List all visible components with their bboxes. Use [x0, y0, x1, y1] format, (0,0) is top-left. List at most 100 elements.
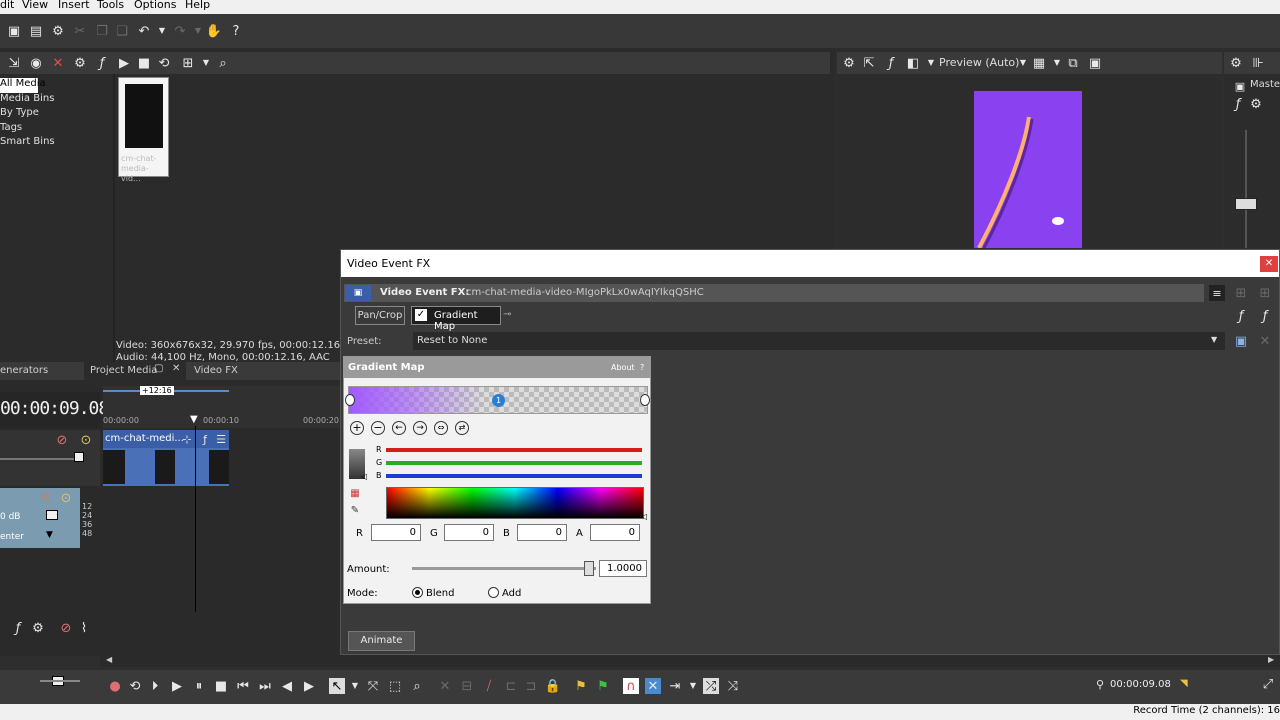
about-link[interactable]: About	[611, 363, 635, 372]
pan-handle-icon[interactable]: ▼	[46, 530, 53, 540]
redo-dropdown-icon[interactable]: ▼	[190, 23, 206, 39]
expand-icon[interactable]: ⤢	[1260, 676, 1276, 692]
preset-dropdown[interactable]: Reset to None ▼	[413, 332, 1225, 350]
save-preset-icon[interactable]: ▣	[1233, 333, 1249, 349]
tab-project-media[interactable]: Project Media ▢ ✕	[84, 362, 186, 380]
preview-fx-icon[interactable]: ƒ	[883, 55, 899, 71]
remove-icon[interactable]: ✕	[50, 55, 66, 71]
r-slider[interactable]	[386, 448, 642, 452]
tree-item-media-bins[interactable]: Media Bins	[0, 93, 112, 108]
scroll-left-icon[interactable]: ◀	[106, 655, 112, 664]
cut-icon[interactable]: ✂	[72, 23, 88, 39]
color-spectrum[interactable]	[386, 487, 644, 519]
g-slider[interactable]	[386, 461, 642, 465]
save-icon[interactable]: ▣	[6, 23, 22, 39]
move-stop-left-icon[interactable]: ←	[392, 421, 406, 435]
palette-icon[interactable]: ▦	[348, 487, 362, 501]
zoom-tool-icon[interactable]: ⌕	[409, 678, 425, 694]
mode-add-label[interactable]: Add	[502, 588, 521, 599]
rate-slider[interactable]	[40, 680, 80, 682]
bus-fx-icon[interactable]: ƒ	[10, 620, 26, 636]
gradient-map-enable-checkbox[interactable]: ✓	[415, 309, 427, 321]
overlays-icon[interactable]: ▦	[1031, 55, 1047, 71]
delete-icon[interactable]: ✕	[437, 678, 453, 694]
trim-start-icon[interactable]: ⊏	[503, 678, 519, 694]
tree-item-by-type[interactable]: By Type	[0, 107, 112, 122]
tree-item-tags[interactable]: Tags	[0, 122, 112, 137]
envelope-tool-icon[interactable]: ⤧	[365, 678, 381, 694]
ripple-dropdown-icon[interactable]: ▼	[685, 678, 701, 694]
loop-icon[interactable]: ⟲	[127, 678, 143, 694]
audio-mute-icon[interactable]: ⊘	[38, 490, 54, 506]
paste-icon[interactable]: ❏	[114, 23, 130, 39]
preview-quality[interactable]: Preview (Auto)	[939, 56, 1019, 69]
b-field[interactable]: 0	[517, 524, 567, 541]
menu-insert[interactable]: Insert	[58, 0, 90, 11]
undo-dropdown-icon[interactable]: ▼	[154, 23, 170, 39]
timeline-scrollbar[interactable]: ◀ ▶	[100, 655, 1280, 667]
go-to-end-icon[interactable]: ⏭	[257, 678, 273, 694]
help-link[interactable]: ?	[640, 363, 644, 372]
master-fader-handle[interactable]	[1235, 198, 1257, 210]
hand-icon[interactable]: ✋	[206, 23, 222, 39]
event-pan-crop-icon[interactable]: ⊹	[179, 431, 195, 447]
mode-blend-label[interactable]: Blend	[426, 588, 454, 599]
selection-tool-icon[interactable]: ⬚	[387, 678, 403, 694]
tab-close-icon[interactable]: ✕	[172, 363, 180, 374]
fx-list-view-icon[interactable]: ≡	[1209, 285, 1225, 301]
volume-handle[interactable]	[46, 510, 58, 520]
normal-edit-tool-icon[interactable]: ↖	[329, 678, 345, 694]
gradient-stop-right[interactable]	[640, 394, 650, 406]
move-stop-right-icon[interactable]: →	[413, 421, 427, 435]
fx-icon[interactable]: ƒ	[94, 55, 110, 71]
mode-add-radio[interactable]	[488, 587, 499, 598]
gradient-stop-left[interactable]	[345, 394, 355, 406]
video-event[interactable]: cm-chat-medi... ⊹ ƒ ☰	[103, 430, 229, 486]
level-slider[interactable]	[0, 458, 80, 460]
menu-view[interactable]: View	[22, 0, 48, 11]
play-from-start-icon[interactable]: ⏵	[147, 678, 163, 694]
menu-options[interactable]: Options	[134, 0, 176, 11]
tree-item-all-media[interactable]: All Media	[0, 78, 46, 93]
auto-ripple-icon[interactable]: ⇥	[667, 678, 683, 694]
prev-frame-icon[interactable]: ◀	[279, 678, 295, 694]
amount-slider[interactable]	[412, 561, 596, 576]
reverse-stops-icon[interactable]: ⇄	[455, 421, 469, 435]
event-fx-icon[interactable]: ƒ	[197, 431, 213, 447]
render-icon[interactable]: ▤	[28, 23, 44, 39]
b-slider[interactable]	[386, 474, 642, 478]
chain-fx-icon[interactable]: ƒ	[1233, 308, 1249, 324]
tab-video-fx[interactable]: Video FX	[194, 365, 238, 376]
overlays-dropdown-icon[interactable]: ▼	[1049, 55, 1065, 71]
chain-gradient-map[interactable]: ✓ Gradient Map	[411, 306, 501, 332]
gradient-bar[interactable]: 1	[345, 386, 650, 414]
import-media-icon[interactable]: ⇲	[6, 55, 22, 71]
auto-crossfade-icon[interactable]: ✕	[645, 678, 661, 694]
edit-tool-dropdown-icon[interactable]: ▼	[347, 678, 363, 694]
amount-field[interactable]: 1.0000	[599, 560, 647, 577]
chain-pan-crop[interactable]: Pan/Crop	[355, 306, 405, 325]
undock-icon[interactable]: ▢	[154, 363, 163, 374]
bus-gear-icon[interactable]: ⚙	[30, 620, 46, 636]
properties-icon[interactable]: ⚙	[72, 55, 88, 71]
transport-stop-icon[interactable]: ■	[213, 678, 229, 694]
stop-icon[interactable]: ■	[136, 55, 152, 71]
save-snapshot-icon[interactable]: ▣	[1087, 55, 1103, 71]
media-thumbnail[interactable]: cm-chat-media-vid...	[118, 77, 169, 183]
master-check-icon[interactable]: ▣	[1232, 78, 1248, 94]
split-screen-icon[interactable]: ◧	[905, 55, 921, 71]
trim-icon[interactable]: ⊟	[459, 678, 475, 694]
auto-preview-icon[interactable]: ⟲	[156, 55, 172, 71]
go-to-start-icon[interactable]: ⏮	[235, 678, 251, 694]
ignore-grouping-icon[interactable]: ⤨	[725, 678, 741, 694]
animate-button[interactable]: Animate	[348, 631, 415, 651]
search-icon[interactable]: ⌕	[215, 55, 231, 71]
eyedropper-icon[interactable]: ✎	[348, 504, 362, 518]
help-icon[interactable]: ?	[228, 23, 244, 39]
quality-dropdown-icon[interactable]: ▼	[1015, 55, 1031, 71]
snapping-icon[interactable]: ∩	[623, 678, 639, 694]
lock-icon[interactable]: 🔒	[545, 678, 561, 694]
copy-icon[interactable]: ❐	[94, 23, 110, 39]
tab-generators[interactable]: enerators	[0, 365, 48, 376]
r-field[interactable]: 0	[371, 524, 421, 541]
